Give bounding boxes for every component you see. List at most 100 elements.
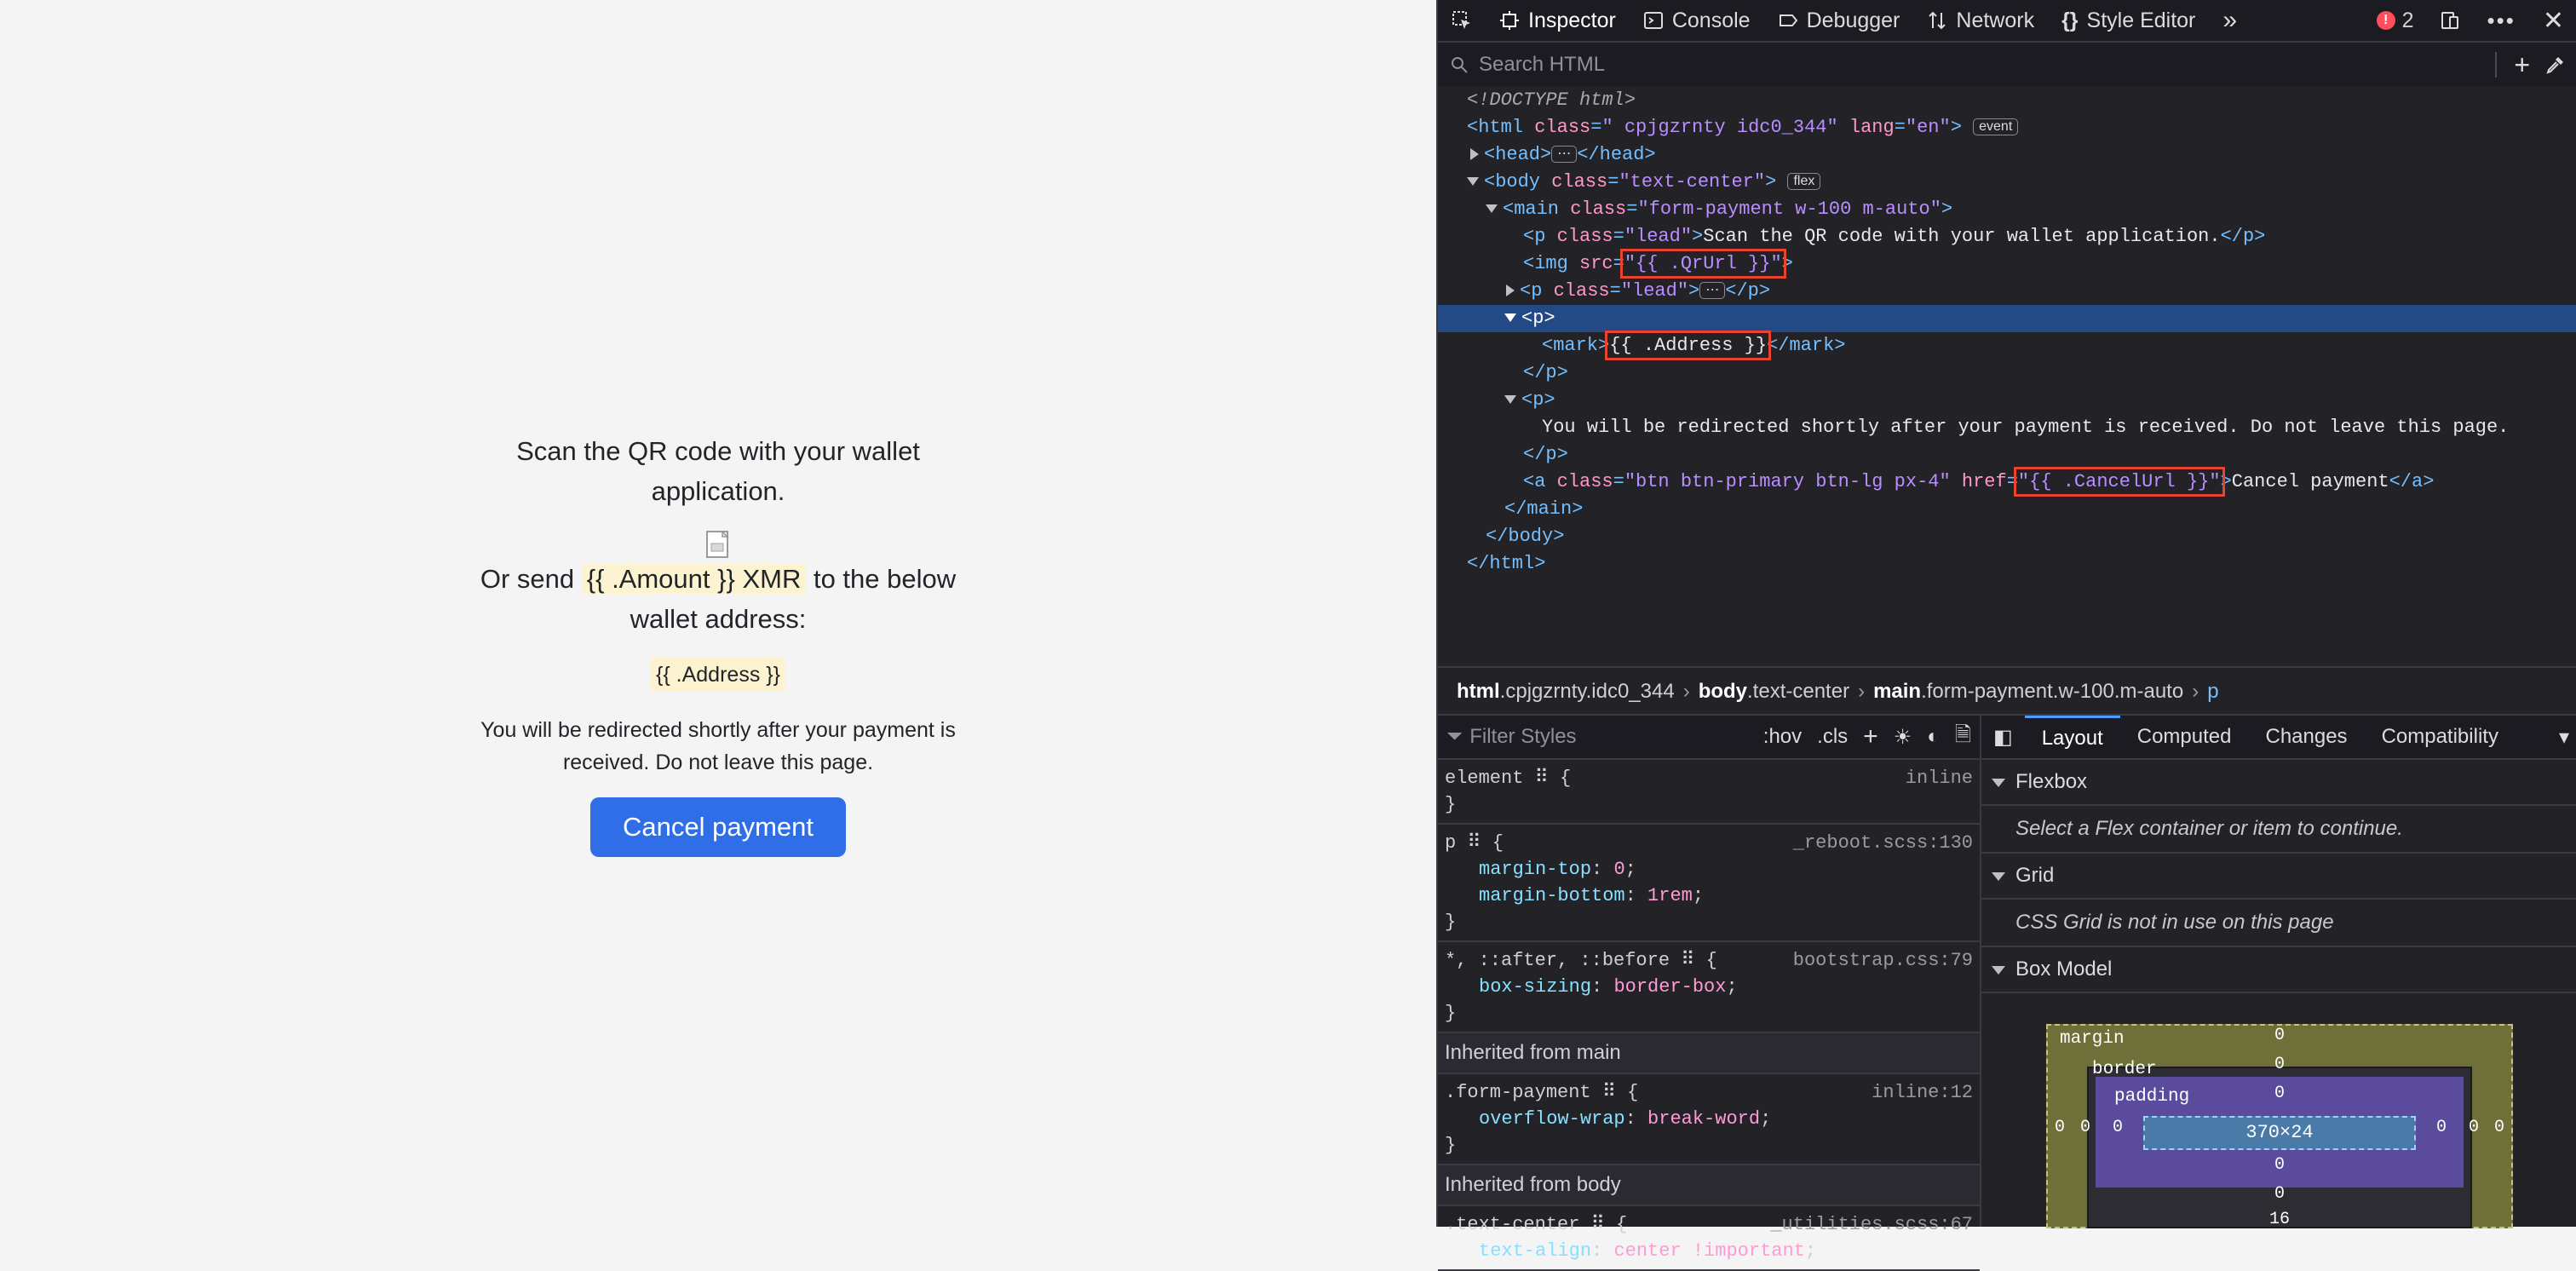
error-icon: ! — [2376, 11, 2395, 30]
grid-section-header[interactable]: Grid — [1981, 854, 2576, 900]
markup-line-p-selected[interactable]: <p> — [1438, 305, 2576, 332]
markup-line-p-lead-collapsed[interactable]: <p class="lead"> ⋯ </p> — [1438, 278, 2576, 305]
tab-console[interactable]: Console — [1630, 0, 1764, 41]
tab-computed[interactable]: Computed — [2120, 716, 2249, 758]
send-instruction: Or send {{ .Amount }} XMR to the below w… — [463, 559, 974, 639]
collapse-twisty-icon[interactable] — [1486, 204, 1498, 214]
rule-source-link[interactable]: inline:12 — [1872, 1079, 1973, 1106]
add-node-icon[interactable]: + — [2514, 49, 2530, 81]
more-tabs-button[interactable]: » — [2209, 0, 2251, 41]
cancel-payment-button[interactable]: Cancel payment — [589, 797, 846, 857]
tab-layout[interactable]: Layout — [2024, 716, 2120, 758]
border-right-value[interactable]: 0 — [2469, 1118, 2479, 1137]
collapse-twisty-icon[interactable] — [1504, 313, 1516, 323]
inspector-icon — [1500, 11, 1519, 30]
markup-line-p2-text[interactable]: You will be redirected shortly after you… — [1438, 414, 2576, 441]
tab-debugger-label: Debugger — [1806, 8, 1900, 32]
markup-line-p-close[interactable]: </p> — [1438, 359, 2576, 387]
hov-toggle[interactable]: :hov — [1763, 725, 1802, 749]
markup-line-head[interactable]: <head> ⋯ </head> — [1438, 141, 2576, 169]
markup-line-html[interactable]: <html class=" cpjgzrnty idc0_344" lang="… — [1438, 114, 2576, 141]
eyedropper-icon[interactable] — [2545, 55, 2566, 75]
send-prefix: Or send — [480, 564, 575, 594]
markup-line-p-lead[interactable]: <p class="lead">Scan the QR code with yo… — [1438, 223, 2576, 250]
markup-line-a[interactable]: <a class="btn btn-primary btn-lg px-4" h… — [1438, 467, 2576, 497]
tab-inspector[interactable]: Inspector — [1486, 0, 1630, 41]
margin-top-value[interactable]: 0 — [2274, 1026, 2285, 1045]
print-media-icon[interactable]: 🗎 — [1955, 720, 1971, 755]
breadcrumb-main[interactable]: main.form-payment.w-100.m-auto — [1873, 680, 2183, 704]
padding-left-value[interactable]: 0 — [2113, 1118, 2123, 1137]
rule-source-link[interactable]: _utilities.scss:67 — [1770, 1211, 1973, 1238]
rule-source-link[interactable]: _reboot.scss:130 — [1793, 830, 1973, 856]
markup-line-html-close[interactable]: </html> — [1438, 550, 2576, 578]
tab-changes[interactable]: Changes — [2248, 716, 2364, 758]
padding-label: padding — [2114, 1087, 2190, 1107]
collapsed-ellipsis-badge[interactable]: ⋯ — [1551, 146, 1578, 164]
tab-debugger[interactable]: Debugger — [1764, 0, 1914, 41]
collapse-twisty-icon[interactable] — [1467, 177, 1479, 187]
add-rule-icon[interactable]: + — [1863, 722, 1878, 751]
chevron-down-icon[interactable]: ▾ — [2559, 725, 2576, 750]
padding-bottom-value[interactable]: 0 — [2274, 1155, 2285, 1175]
border-left-value[interactable]: 0 — [2080, 1118, 2090, 1137]
markup-line-mark[interactable]: <mark>{{ .Address }}</mark> — [1438, 331, 2576, 360]
padding-top-value[interactable]: 0 — [2274, 1084, 2285, 1103]
box-model-section-header[interactable]: Box Model — [1981, 947, 2576, 993]
tab-inspector-label: Inspector — [1528, 8, 1616, 32]
markup-line-body[interactable]: <body class="text-center"> flex — [1438, 169, 2576, 196]
grid-selector-icon: ⠿ — [1534, 768, 1549, 789]
dark-color-scheme-icon[interactable]: ◐ — [1927, 725, 1940, 749]
style-editor-icon: {} — [2061, 8, 2079, 32]
flex-badge[interactable]: flex — [1787, 173, 1821, 191]
qr-code-image-icon — [704, 530, 733, 559]
search-html-input[interactable]: Search HTML — [1479, 53, 2495, 77]
markup-line-body-close[interactable]: </body> — [1438, 523, 2576, 550]
breadcrumb-html[interactable]: html.cpjgzrnty.idc0_344 — [1457, 680, 1675, 704]
markup-line-img[interactable]: <img src="{{ .QrUrl }}"> — [1438, 249, 2576, 279]
markup-line-p2-close[interactable]: </p> — [1438, 441, 2576, 469]
markup-line-p2[interactable]: <p> — [1438, 387, 2576, 414]
cancelurl-annotation: "{{ .CancelUrl }}" — [2013, 467, 2225, 497]
rule-source-link[interactable]: bootstrap.css:79 — [1793, 947, 1973, 974]
collapsed-ellipsis-badge[interactable]: ⋯ — [1699, 282, 1726, 300]
markup-line-doctype[interactable]: <!DOCTYPE html> — [1438, 87, 2576, 114]
element-picker-button[interactable] — [1438, 0, 1486, 41]
markup-line-main-close[interactable]: </main> — [1438, 496, 2576, 523]
collapse-twisty-icon — [1992, 871, 2005, 881]
cls-toggle[interactable]: .cls — [1817, 725, 1848, 749]
options-menu-button[interactable]: ••• — [2474, 0, 2529, 41]
collapse-twisty-icon[interactable] — [1504, 395, 1516, 405]
responsive-design-button[interactable] — [2426, 0, 2474, 41]
margin-right-value[interactable]: 0 — [2494, 1118, 2504, 1137]
light-color-scheme-icon[interactable]: ☀ — [1894, 725, 1912, 750]
tab-compatibility[interactable]: Compatibility — [2365, 716, 2516, 758]
scan-instruction: Scan the QR code with your wallet applic… — [516, 436, 920, 506]
address-annotation: {{ .Address }} — [1605, 331, 1772, 360]
breadcrumb-p[interactable]: p — [2207, 680, 2218, 704]
border-bottom-value[interactable]: 0 — [2274, 1184, 2285, 1204]
event-badge[interactable]: event — [1973, 118, 2019, 136]
border-top-value[interactable]: 0 — [2274, 1055, 2285, 1074]
rule-universal: bootstrap.css:79 *, ::after, ::before ⠿ … — [1438, 942, 1980, 1033]
flexbox-section-header[interactable]: Flexbox — [1981, 760, 2576, 806]
tab-style-editor[interactable]: {} Style Editor — [2048, 0, 2209, 41]
sidebar-tabs: ◧ Layout Computed Changes Compatibility … — [1981, 716, 2576, 760]
markup-line-main[interactable]: <main class="form-payment w-100 m-auto"> — [1438, 196, 2576, 223]
layout-pane: ◧ Layout Computed Changes Compatibility … — [1980, 714, 2576, 1229]
tab-network[interactable]: Network — [1913, 0, 2048, 41]
expand-twisty-icon[interactable] — [1506, 285, 1515, 297]
error-count: 2 — [2401, 8, 2414, 32]
margin-left-value[interactable]: 0 — [2055, 1118, 2065, 1137]
padding-right-value[interactable]: 0 — [2436, 1118, 2447, 1137]
filter-styles-input[interactable]: Filter Styles — [1469, 725, 1576, 749]
expand-twisty-icon[interactable] — [1470, 148, 1479, 161]
tab-style-editor-label: Style Editor — [2086, 8, 2196, 32]
close-devtools-button[interactable]: ✕ — [2529, 0, 2576, 41]
breadcrumb-body[interactable]: body.text-center — [1699, 680, 1849, 704]
toggle-sidebar-icon[interactable]: ◧ — [1981, 725, 2025, 750]
error-count-badge[interactable]: ! 2 — [2365, 9, 2426, 33]
collapse-twisty-icon — [1992, 965, 2005, 975]
qrurl-annotation: "{{ .QrUrl }}" — [1619, 249, 1786, 279]
amount-highlight: {{ .Amount }} XMR — [581, 564, 807, 594]
